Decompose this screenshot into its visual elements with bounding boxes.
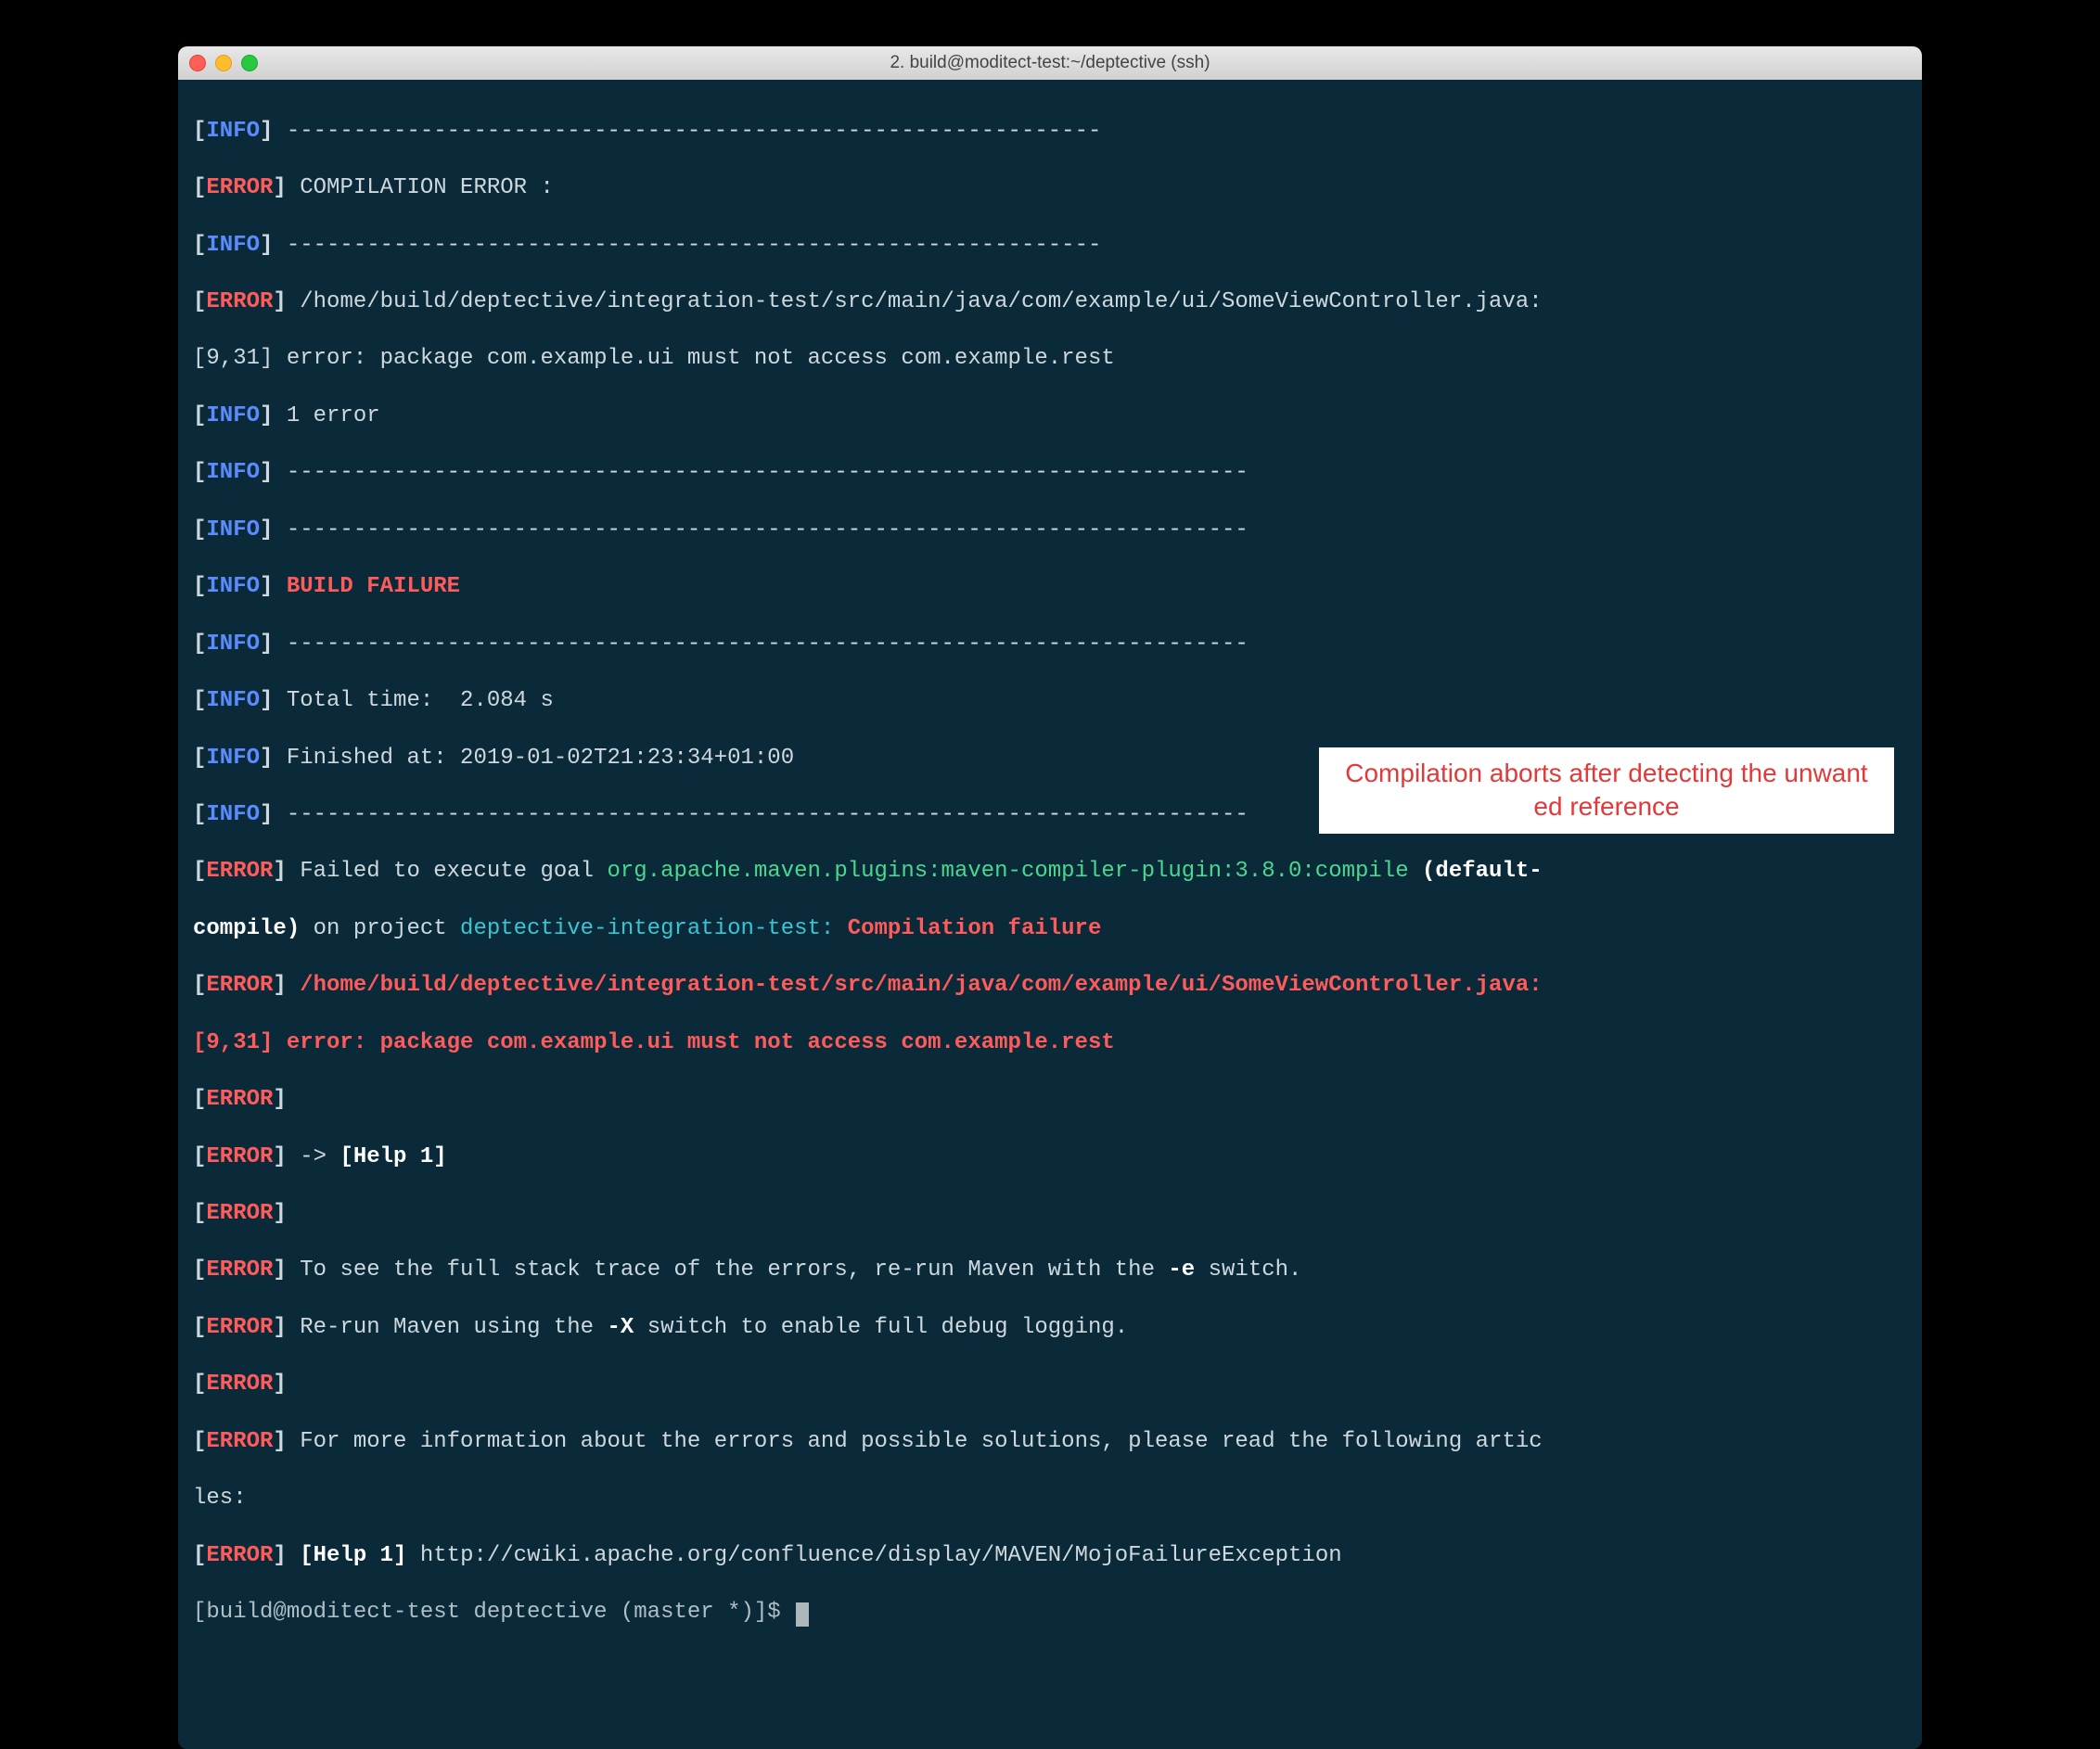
- log-line: [ERROR] COMPILATION ERROR :: [193, 174, 1907, 203]
- log-line: les:: [193, 1485, 1907, 1513]
- log-line: [INFO] ---------------------------------…: [193, 459, 1907, 488]
- log-line: compile) on project deptective-integrati…: [193, 915, 1907, 944]
- log-line: [ERROR] For more information about the e…: [193, 1428, 1907, 1457]
- terminal-window: 2. build@moditect-test:~/deptective (ssh…: [178, 46, 1922, 1749]
- cursor-icon: [796, 1602, 809, 1627]
- log-line: [9,31] error: package com.example.ui mus…: [193, 345, 1907, 374]
- log-line: [ERROR] /home/build/deptective/integrati…: [193, 288, 1907, 317]
- log-line: [ERROR] -> [Help 1]: [193, 1143, 1907, 1172]
- window-controls: [189, 55, 258, 71]
- log-line: [ERROR] /home/build/deptective/integrati…: [193, 972, 1907, 1001]
- minimize-icon[interactable]: [215, 55, 232, 71]
- log-line: [INFO] BUILD FAILURE: [193, 573, 1907, 602]
- close-icon[interactable]: [189, 55, 206, 71]
- annotation-callout: Compilation aborts after detecting the u…: [1319, 747, 1894, 834]
- maximize-icon[interactable]: [241, 55, 258, 71]
- log-line: [INFO] Total time: 2.084 s: [193, 687, 1907, 716]
- log-line: [ERROR] [Help 1] http://cwiki.apache.org…: [193, 1542, 1907, 1571]
- log-line: [ERROR] To see the full stack trace of t…: [193, 1257, 1907, 1285]
- log-line: [INFO] ---------------------------------…: [193, 631, 1907, 659]
- log-line: [ERROR]: [193, 1086, 1907, 1115]
- log-line: [ERROR] Failed to execute goal org.apach…: [193, 858, 1907, 887]
- prompt-line[interactable]: [build@moditect-test deptective (master …: [193, 1599, 1907, 1628]
- window-title: 2. build@moditect-test:~/deptective (ssh…: [890, 53, 1210, 73]
- log-line: [INFO] ---------------------------------…: [193, 232, 1907, 261]
- log-line: [INFO] ---------------------------------…: [193, 118, 1907, 147]
- log-line: [ERROR]: [193, 1371, 1907, 1399]
- log-line: [9,31] error: package com.example.ui mus…: [193, 1029, 1907, 1058]
- log-line: [INFO] ---------------------------------…: [193, 517, 1907, 545]
- log-line: [INFO] 1 error: [193, 402, 1907, 431]
- log-line: [ERROR]: [193, 1200, 1907, 1229]
- terminal-output[interactable]: [INFO] ---------------------------------…: [178, 80, 1922, 1749]
- log-line: [ERROR] Re-run Maven using the -X switch…: [193, 1314, 1907, 1343]
- titlebar: 2. build@moditect-test:~/deptective (ssh…: [178, 46, 1922, 80]
